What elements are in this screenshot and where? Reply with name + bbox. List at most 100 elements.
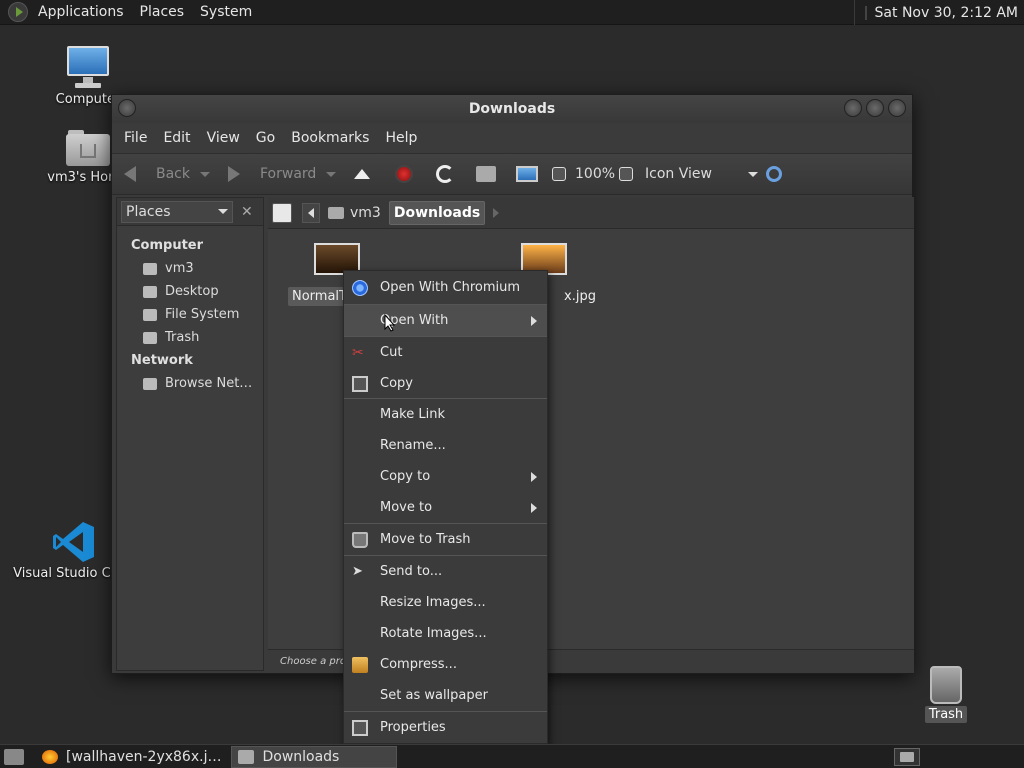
path-scroll-right-button[interactable] bbox=[493, 207, 500, 218]
back-button[interactable]: Back bbox=[124, 166, 190, 182]
taskbar-item-label: Downloads bbox=[262, 748, 340, 765]
sidebar-item-vm3[interactable]: vm3 bbox=[117, 257, 263, 280]
forward-button[interactable]: Forward bbox=[228, 166, 316, 182]
trash-icon bbox=[143, 331, 157, 344]
reload-icon bbox=[436, 165, 454, 183]
menu-item-label: Send to... bbox=[380, 564, 443, 579]
show-desktop-icon[interactable] bbox=[4, 748, 24, 765]
menu-item-label: Make Link bbox=[380, 407, 445, 422]
menu-item-label: Copy bbox=[380, 376, 413, 391]
firefox-icon bbox=[42, 749, 58, 764]
menu-edit[interactable]: Edit bbox=[155, 130, 198, 146]
sidebar-item-browse-network[interactable]: Browse Net… bbox=[117, 372, 263, 395]
menu-bookmarks[interactable]: Bookmarks bbox=[283, 130, 377, 146]
stop-button[interactable] bbox=[395, 165, 413, 183]
menu-item-copy[interactable]: Copy bbox=[344, 368, 547, 399]
zoom-in-button[interactable] bbox=[619, 167, 633, 181]
context-menu: Open With Chromium Open With ✂ Cut Copy … bbox=[343, 270, 548, 744]
back-history-dropdown[interactable] bbox=[200, 171, 210, 177]
close-sidebar-icon[interactable]: ✕ bbox=[241, 204, 253, 220]
menu-item-label: Properties bbox=[380, 720, 446, 735]
window-titlebar[interactable]: Downloads bbox=[112, 95, 912, 123]
applications-menu[interactable]: Applications bbox=[30, 4, 132, 20]
send-icon: ➤ bbox=[352, 563, 363, 579]
path-button-downloads[interactable]: Downloads bbox=[388, 200, 486, 225]
menu-item-properties[interactable]: Properties bbox=[344, 712, 547, 743]
menu-item-label: Open With Chromium bbox=[380, 280, 521, 295]
sidebar-item-desktop[interactable]: Desktop bbox=[117, 280, 263, 303]
search-button[interactable] bbox=[766, 166, 782, 182]
chromium-icon bbox=[352, 279, 368, 296]
workspace-switcher[interactable] bbox=[894, 748, 920, 766]
chevron-down-icon bbox=[747, 171, 758, 177]
path-scroll-left-button[interactable] bbox=[302, 202, 320, 223]
sidebar-item-file-system[interactable]: File System bbox=[117, 303, 263, 326]
maximize-button[interactable] bbox=[866, 99, 884, 117]
menu-item-rename[interactable]: Rename... bbox=[344, 430, 547, 461]
search-icon bbox=[766, 166, 782, 182]
top-menus: Applications Places System bbox=[30, 0, 260, 24]
menu-item-copy-to[interactable]: Copy to bbox=[344, 461, 547, 492]
back-arrow-icon bbox=[124, 166, 136, 182]
minimize-button[interactable] bbox=[844, 99, 862, 117]
menu-item-open-with[interactable]: Open With bbox=[344, 305, 547, 336]
menu-help[interactable]: Help bbox=[377, 130, 425, 146]
taskbar-item-firefox[interactable]: [wallhaven-2yx86x.j… bbox=[36, 746, 227, 768]
copy-icon bbox=[352, 375, 368, 392]
computer-icon bbox=[65, 44, 111, 90]
edit-location-icon[interactable] bbox=[272, 202, 292, 223]
file-name: x.jpg bbox=[564, 289, 596, 304]
menu-item-set-as-wallpaper[interactable]: Set as wallpaper bbox=[344, 680, 547, 711]
menu-view[interactable]: View bbox=[199, 130, 248, 146]
taskbar-item-label: [wallhaven-2yx86x.j… bbox=[66, 748, 222, 765]
menu-item-label: Compress... bbox=[380, 657, 457, 672]
computer-icon bbox=[516, 166, 538, 182]
menu-item-open-with-chromium[interactable]: Open With Chromium bbox=[344, 272, 547, 303]
home-button[interactable] bbox=[476, 166, 496, 182]
view-mode-select[interactable]: Icon View bbox=[645, 166, 758, 182]
menu-item-compress[interactable]: Compress... bbox=[344, 649, 547, 680]
zoom-out-button[interactable] bbox=[552, 167, 566, 181]
menu-item-move-to[interactable]: Move to bbox=[344, 492, 547, 523]
desktop-icon-trash[interactable]: Trash bbox=[924, 666, 968, 723]
menu-item-resize-images[interactable]: Resize Images... bbox=[344, 587, 547, 618]
menu-item-cut[interactable]: ✂ Cut bbox=[344, 337, 547, 368]
bottom-panel: [wallhaven-2yx86x.j… Downloads bbox=[0, 744, 1024, 768]
zoom-in-icon bbox=[619, 167, 633, 181]
clock-text: Sat Nov 30, 2:12 AM bbox=[874, 4, 1018, 21]
window-menu-button[interactable] bbox=[118, 99, 136, 117]
scissors-icon: ✂ bbox=[352, 344, 364, 361]
sidebar-item-trash[interactable]: Trash bbox=[117, 326, 263, 349]
taskbar-item-downloads[interactable]: Downloads bbox=[231, 745, 398, 768]
up-button[interactable] bbox=[354, 169, 370, 179]
system-menu[interactable]: System bbox=[192, 4, 260, 20]
clock[interactable]: Sat Nov 30, 2:12 AM bbox=[853, 0, 1024, 25]
path-button-vm3[interactable]: vm3 bbox=[324, 201, 385, 225]
close-button[interactable] bbox=[888, 99, 906, 117]
menu-go[interactable]: Go bbox=[248, 130, 283, 146]
gnome-foot-icon[interactable] bbox=[8, 2, 28, 22]
toolbar: Back Forward 100% Icon View bbox=[112, 153, 912, 195]
desktop-icon-label: Trash bbox=[924, 706, 968, 723]
reload-button[interactable] bbox=[436, 165, 454, 183]
menu-item-label: Move to bbox=[380, 500, 433, 515]
forward-history-dropdown[interactable] bbox=[326, 171, 336, 177]
menu-item-send-to[interactable]: ➤ Send to... bbox=[344, 556, 547, 587]
home-icon bbox=[476, 166, 496, 182]
view-mode-label: Icon View bbox=[645, 166, 712, 182]
sidebar-selector-label: Places bbox=[126, 203, 171, 220]
window-title: Downloads bbox=[468, 101, 556, 117]
submenu-arrow-icon bbox=[531, 502, 537, 513]
panel-separator bbox=[864, 5, 867, 20]
menu-file[interactable]: File bbox=[116, 130, 155, 146]
places-menu[interactable]: Places bbox=[132, 4, 193, 20]
menu-item-make-link[interactable]: Make Link bbox=[344, 399, 547, 430]
menu-item-move-to-trash[interactable]: Move to Trash bbox=[344, 524, 547, 555]
computer-button[interactable] bbox=[516, 166, 538, 182]
up-arrow-icon bbox=[354, 169, 370, 179]
menu-item-rotate-images[interactable]: Rotate Images... bbox=[344, 618, 547, 649]
back-label: Back bbox=[156, 166, 190, 182]
menu-item-label: Copy to bbox=[380, 469, 431, 484]
sidebar-selector[interactable]: Places bbox=[121, 200, 233, 223]
vscode-icon bbox=[52, 520, 96, 564]
